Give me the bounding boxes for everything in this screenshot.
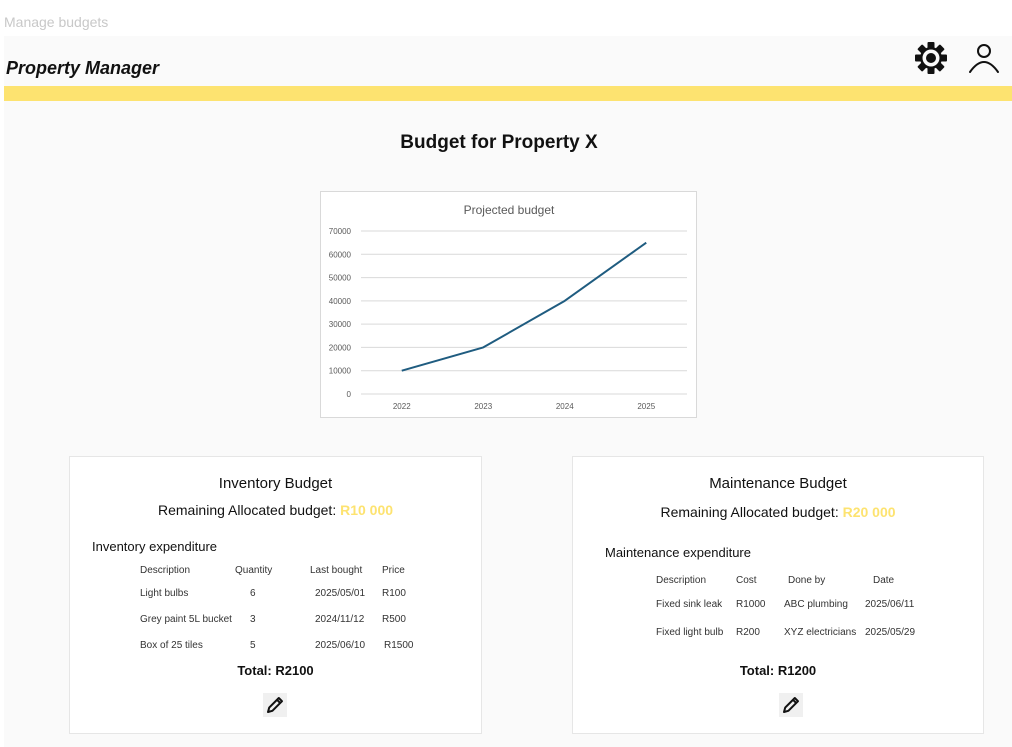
y-tick-label: 70000 [329, 227, 352, 236]
table-cell: 2025/06/10 [315, 639, 366, 651]
chart-canvas: Projected budget 0 10000 20000 30000 40000 500… [329, 203, 687, 411]
table-cell: R1000 [736, 598, 766, 610]
table-row: Fixed light bulb R200 XYZ electricians 2… [656, 618, 915, 646]
x-tick-label: 2024 [556, 402, 574, 411]
pencil-icon [783, 697, 799, 713]
inventory-budget-card: Inventory Budget Remaining Allocated bud… [69, 456, 482, 734]
x-tick-label: 2025 [637, 402, 655, 411]
column-header: Description [140, 565, 191, 576]
table-cell: Box of 25 tiles [140, 639, 203, 651]
table-row: Box of 25 tiles 5 2025/06/10 R1500 [140, 632, 413, 658]
projected-budget-chart: Projected budget 0 10000 20000 30000 40000 500… [320, 191, 697, 418]
app-window: Property Manager Budget for Property X P… [4, 36, 1012, 747]
table-cell: R200 [736, 626, 760, 638]
table-row: Grey paint 5L bucket 3 2024/11/12 R500 [140, 606, 413, 632]
inventory-section-label: Inventory expenditure [92, 539, 218, 554]
table-cell: 2025/06/11 [865, 598, 915, 610]
maintenance-card-title: Maintenance Budget [709, 475, 847, 492]
remaining-label: Remaining Allocated budget: [660, 504, 839, 520]
series-line [401, 241, 647, 372]
x-tick-label: 2023 [474, 402, 492, 411]
table-cell: XYZ electricians [784, 626, 857, 638]
maintenance-budget-card: Maintenance Budget Remaining Allocated b… [572, 456, 984, 734]
gear-icon [915, 42, 947, 74]
table-cell: Grey paint 5L bucket [140, 613, 232, 625]
table-cell: 3 [250, 613, 256, 625]
column-header: Done by [788, 575, 826, 586]
table-cell: R1500 [384, 639, 414, 651]
y-tick-label: 20000 [329, 343, 352, 352]
table-cell: 2025/05/01 [315, 587, 366, 599]
column-header: Last bought [310, 565, 363, 576]
remaining-amount: R20 000 [842, 504, 896, 520]
inventory-card-title: Inventory Budget [218, 475, 333, 492]
inventory-total: Total: R2100 [237, 663, 314, 678]
frame-label: Manage budgets [4, 14, 109, 30]
y-tick-label: 30000 [329, 320, 352, 329]
y-tick-label: 60000 [329, 250, 352, 259]
maintenance-section-label: Maintenance expenditure [605, 545, 751, 560]
table-cell: Fixed light bulb [656, 626, 724, 638]
user-profile-button[interactable] [964, 38, 1004, 78]
table-cell: 6 [250, 587, 256, 599]
page-title: Budget for Property X [400, 132, 598, 153]
y-tick-label: 50000 [329, 274, 352, 283]
column-header: Price [382, 565, 405, 576]
table-cell: R100 [382, 587, 406, 599]
column-header: Cost [736, 575, 757, 586]
app-title: Property Manager [6, 58, 160, 78]
inventory-remaining: Remaining Allocated budget: R10 000 [70, 502, 481, 518]
chart-title: Projected budget [464, 203, 555, 217]
table-cell: ABC plumbing [784, 598, 848, 610]
settings-button[interactable] [911, 38, 951, 78]
maintenance-total: Total: R1200 [739, 663, 817, 678]
table-cell: Light bulbs [140, 587, 189, 599]
inventory-table: Description Quantity Last bought Price L… [140, 561, 413, 658]
column-header: Date [873, 575, 895, 586]
top-bar: Property Manager [4, 36, 1012, 86]
table-cell: Fixed sink leak [656, 598, 723, 610]
table-header-row: Description Quantity Last bought Price [140, 561, 413, 580]
table-header-row: Description Cost Done by Date [656, 571, 915, 590]
remaining-amount: R10 000 [340, 502, 394, 518]
remaining-label: Remaining Allocated budget: [157, 502, 337, 518]
pencil-icon [267, 697, 283, 713]
maintenance-table: Description Cost Done by Date Fixed sink… [656, 571, 915, 646]
table-row: Light bulbs 6 2025/05/01 R100 [140, 580, 413, 606]
accent-bar [4, 86, 1012, 101]
edit-maintenance-button[interactable] [779, 693, 803, 717]
x-tick-label: 2022 [393, 402, 411, 411]
y-tick-label: 40000 [329, 297, 352, 306]
column-header: Quantity [235, 565, 273, 576]
table-cell: 2025/05/29 [865, 626, 916, 638]
user-icon [969, 44, 999, 73]
edit-inventory-button[interactable] [263, 693, 287, 717]
y-tick-label: 10000 [329, 367, 352, 376]
table-cell: R500 [382, 613, 406, 625]
table-cell: 2024/11/12 [315, 613, 365, 625]
column-header: Description [656, 575, 707, 586]
table-row: Fixed sink leak R1000 ABC plumbing 2025/… [656, 590, 915, 618]
y-tick-label: 0 [347, 390, 352, 399]
maintenance-remaining: Remaining Allocated budget: R20 000 [573, 504, 983, 520]
table-cell: 5 [250, 639, 256, 651]
